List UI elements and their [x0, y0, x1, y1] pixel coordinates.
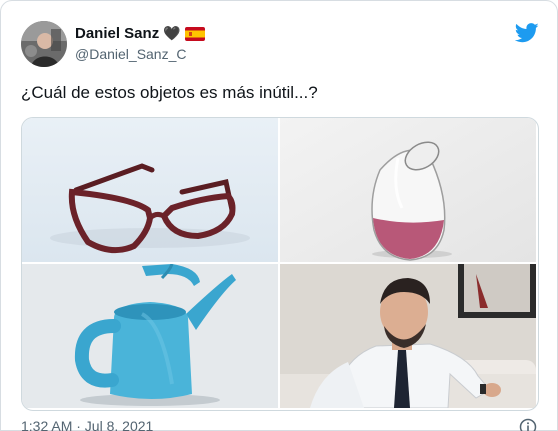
author-handle[interactable]: @Daniel_Sanz_C [75, 46, 187, 62]
author-name-row[interactable]: Daniel Sanz 🖤 [75, 25, 205, 42]
media-watering-can[interactable] [22, 264, 278, 408]
media-man-on-sofa[interactable] [280, 264, 536, 408]
info-icon[interactable] [519, 418, 537, 431]
watering-can-image [22, 264, 278, 408]
spain-flag-icon [184, 26, 205, 41]
avatar[interactable] [21, 21, 67, 67]
black-heart-emoji: 🖤 [163, 25, 181, 41]
avatar-image [21, 21, 67, 67]
man-on-sofa-image [280, 264, 536, 408]
twitter-bird-icon[interactable] [515, 23, 539, 43]
tweet-card: Daniel Sanz 🖤 @Daniel_Sanz_C ¿Cuál de es… [0, 0, 558, 431]
tweet-text: ¿Cuál de estos objetos es más inútil...? [21, 83, 318, 102]
wine-glass-image [280, 118, 536, 262]
media-wine-glass[interactable] [280, 118, 536, 262]
media-eyeglasses[interactable] [22, 118, 278, 262]
eyeglasses-image [22, 118, 278, 262]
author-name[interactable]: Daniel Sanz [75, 25, 159, 42]
tweet-timestamp[interactable]: 1:32 AM · Jul 8, 2021 [21, 418, 153, 431]
media-grid [21, 117, 539, 411]
